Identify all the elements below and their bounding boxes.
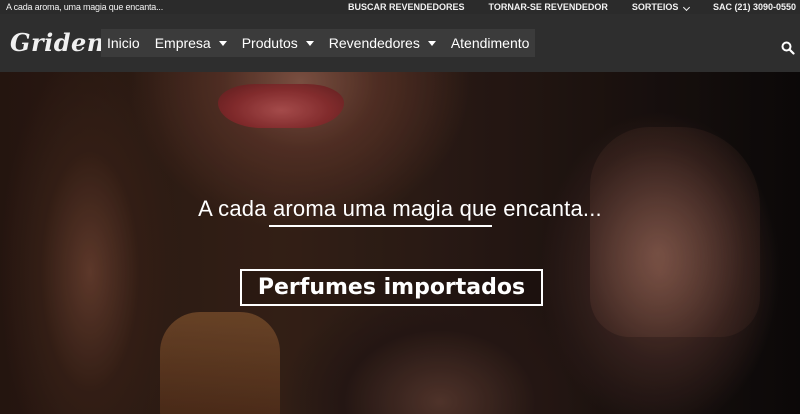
- hero-headline: A cada aroma uma magia que encanta...: [198, 196, 602, 221]
- nav-item-produtos[interactable]: Produtos: [242, 35, 314, 51]
- dropdown-arrow-icon: [427, 40, 436, 46]
- logo[interactable]: Griden: [10, 28, 105, 57]
- nav-item-empresa[interactable]: Empresa: [155, 35, 227, 51]
- dropdown-arrow-icon: [218, 40, 227, 46]
- headline-underline: [269, 225, 492, 227]
- search-icon[interactable]: [781, 41, 795, 55]
- tagline: A cada aroma, uma magia que encanta...: [6, 2, 164, 12]
- hero-banner: A cada aroma uma magia que encanta... Pe…: [0, 72, 800, 414]
- chevron-down-icon: [682, 3, 690, 12]
- nav-item-label: Empresa: [154, 35, 211, 51]
- giveaways-link[interactable]: SORTEIOS: [631, 0, 690, 14]
- nav-item-revendedores[interactable]: Revendedores: [329, 35, 436, 51]
- top-links: BUSCAR REVENDEDORES TORNAR-SE REVENDEDOR…: [348, 0, 796, 14]
- top-utility-bar: A cada aroma, uma magia que encanta... B…: [0, 0, 800, 14]
- main-navbar: Griden Inicio Empresa Produtos Revendedo…: [0, 14, 800, 72]
- nav-item-atendimento[interactable]: Atendimento: [451, 35, 530, 51]
- main-menu: Inicio Empresa Produtos Revendedores Ate…: [101, 29, 536, 57]
- nav-item-label: Inicio: [107, 35, 140, 51]
- nav-item-inicio[interactable]: Inicio: [107, 35, 140, 51]
- hero-overlay: [0, 72, 800, 414]
- giveaways-label: SORTEIOS: [631, 2, 679, 12]
- nav-item-label: Revendedores: [328, 35, 420, 51]
- find-resellers-link[interactable]: BUSCAR REVENDEDORES: [348, 0, 465, 14]
- sac-phone[interactable]: SAC (21) 3090-0550: [713, 0, 796, 14]
- perfumes-importados-button[interactable]: Perfumes importados: [240, 269, 543, 306]
- nav-item-label: Atendimento: [450, 35, 530, 51]
- become-reseller-link[interactable]: TORNAR-SE REVENDEDOR: [489, 0, 608, 14]
- dropdown-arrow-icon: [305, 40, 314, 46]
- nav-item-label: Produtos: [241, 35, 298, 51]
